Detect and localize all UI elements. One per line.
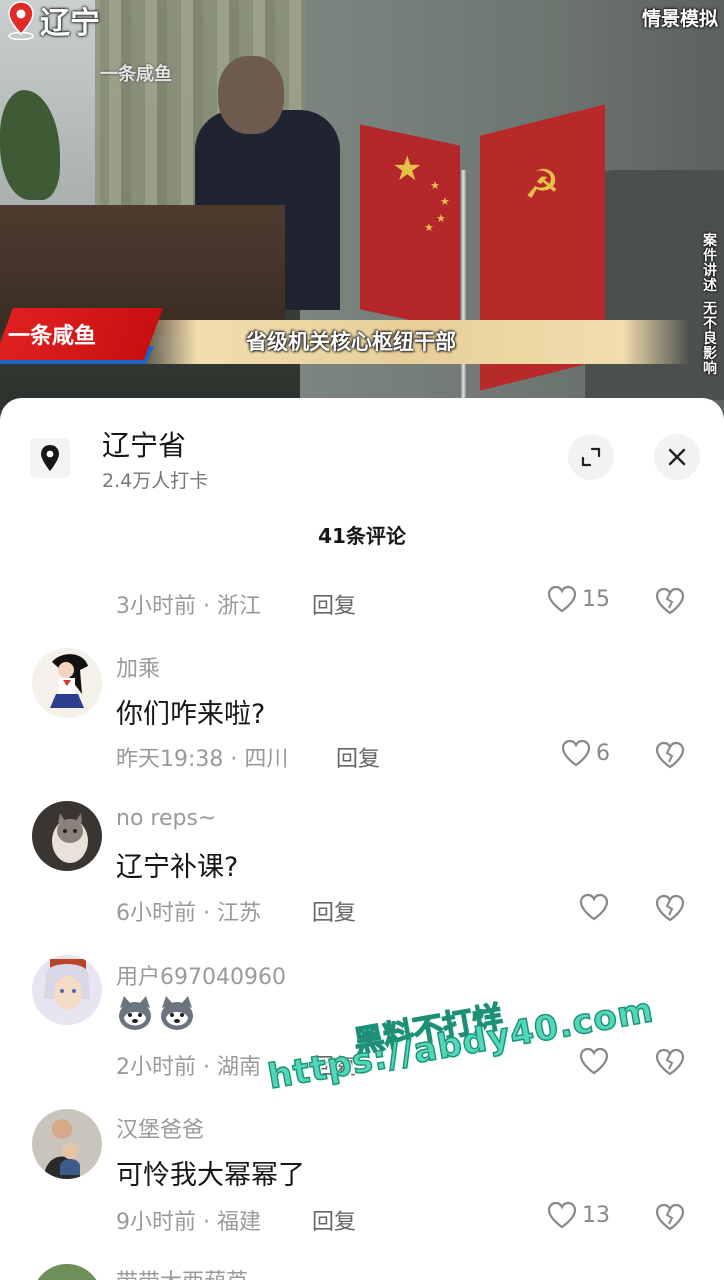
comment-meta: 2小时前 · 湖南	[116, 1055, 261, 1080]
flag-star-icon: ★	[392, 149, 423, 189]
like-count: 13	[582, 1202, 610, 1228]
reply-button[interactable]: 回复	[312, 895, 356, 927]
avatar[interactable]	[32, 1264, 102, 1280]
comment-meta: 9小时前 · 福建	[116, 1210, 261, 1235]
like-button[interactable]	[578, 1046, 610, 1076]
avatar[interactable]	[32, 801, 102, 871]
reply-button[interactable]: 回复	[312, 1204, 356, 1236]
flag-small-star-icon: ★	[430, 179, 440, 192]
comment-region: 福建	[216, 1210, 261, 1235]
comment-region: 浙江	[216, 594, 261, 619]
comment-region: 湖南	[216, 1055, 261, 1080]
comment-meta: 3小时前 · 浙江	[116, 594, 261, 619]
like-button[interactable]: 6	[560, 738, 610, 768]
location-header[interactable]: 辽宁省 2.4万人打卡	[0, 398, 724, 508]
broken-heart-icon[interactable]	[654, 1047, 686, 1077]
comment-username[interactable]: no reps~	[116, 806, 216, 831]
comment-time: 6小时前	[116, 901, 196, 926]
reply-button[interactable]: 回复	[336, 741, 380, 773]
flag-pole	[461, 170, 466, 400]
comment-time: 9小时前	[116, 1210, 196, 1235]
husky-face-emoji	[119, 996, 151, 1030]
comment-region: 四川	[244, 747, 289, 772]
like-count: 6	[596, 740, 610, 766]
broken-heart-icon[interactable]	[654, 586, 686, 616]
avatar[interactable]	[32, 648, 102, 718]
heart-icon	[579, 893, 609, 921]
comment-region: 江苏	[216, 901, 261, 926]
side-disclaimer: 案件讲述 无不良影响	[700, 234, 720, 377]
comments-sheet: 辽宁省 2.4万人打卡 41条评论 3小时前 · 浙江 回复 15 加乘 你们咋…	[0, 398, 724, 1280]
side-disclaimer-bottom: 无不良影响	[703, 301, 717, 377]
husky-face-emoji	[161, 996, 193, 1030]
video-caption: 省级机关核心枢纽干部	[246, 330, 456, 354]
comment-text: 你们咋来啦?	[116, 699, 266, 730]
location-name: 辽宁省	[102, 429, 187, 462]
heart-icon	[547, 585, 577, 613]
heart-icon	[579, 1047, 609, 1075]
heart-icon	[561, 739, 591, 767]
broken-heart-icon[interactable]	[654, 1202, 686, 1232]
video-location-label: 辽宁	[40, 6, 100, 41]
comment-time: 3小时前	[116, 594, 196, 619]
flag-small-star-icon: ★	[440, 195, 450, 208]
avatar[interactable]	[32, 955, 102, 1025]
close-icon	[668, 448, 686, 466]
comment-time: 昨天19:38	[116, 747, 224, 772]
video-person-head	[218, 56, 284, 134]
broken-heart-icon[interactable]	[654, 893, 686, 923]
like-count: 15	[582, 586, 610, 612]
red-location-pin-icon	[8, 1, 34, 40]
like-button[interactable]: 13	[546, 1200, 610, 1230]
comments-count-title: 41条评论	[318, 524, 406, 548]
comment-username[interactable]: 用户697040960	[116, 959, 286, 991]
comment-username[interactable]: 带带大西葫芦	[116, 1264, 248, 1280]
reply-button[interactable]: 回复	[312, 588, 356, 620]
like-button[interactable]: 15	[546, 584, 610, 614]
comment-emoji-row	[116, 994, 196, 1032]
side-disclaimer-top: 案件讲述	[703, 233, 717, 294]
comment-meta: 昨天19:38 · 四川	[116, 747, 289, 772]
hammer-sickle-icon: ☭	[524, 162, 560, 208]
checkin-count: 2.4万人打卡	[102, 470, 209, 492]
flag-small-star-icon: ★	[436, 212, 446, 225]
flag-small-star-icon: ★	[424, 221, 434, 234]
channel-watermark: 一条咸鱼	[100, 64, 172, 85]
video-location-badge[interactable]: 辽宁	[6, 0, 100, 41]
avatar[interactable]	[32, 1109, 102, 1179]
comment-text: 辽宁补课?	[116, 852, 239, 883]
heart-icon	[547, 1201, 577, 1229]
comment-text: 可怜我大幂幂了	[116, 1160, 305, 1191]
comment-username[interactable]: 汉堡爸爸	[116, 1112, 204, 1144]
channel-banner-text: 一条咸鱼	[8, 324, 97, 349]
broken-heart-icon[interactable]	[654, 740, 686, 770]
close-button[interactable]	[654, 434, 700, 480]
expand-icon	[581, 447, 601, 467]
expand-button[interactable]	[568, 434, 614, 480]
comment-time: 2小时前	[116, 1055, 196, 1080]
scene-simulation-tag: 情景模拟	[641, 8, 718, 30]
comment-username[interactable]: 加乘	[116, 651, 160, 683]
location-pin-icon	[30, 438, 70, 478]
video-player[interactable]: ★ ★ ★ ★ ★ ☭ 辽宁 一条咸鱼 情景模拟 案件讲述 无不良影响 一条咸鱼…	[0, 0, 724, 420]
comment-meta: 6小时前 · 江苏	[116, 901, 261, 926]
like-button[interactable]	[578, 892, 610, 922]
